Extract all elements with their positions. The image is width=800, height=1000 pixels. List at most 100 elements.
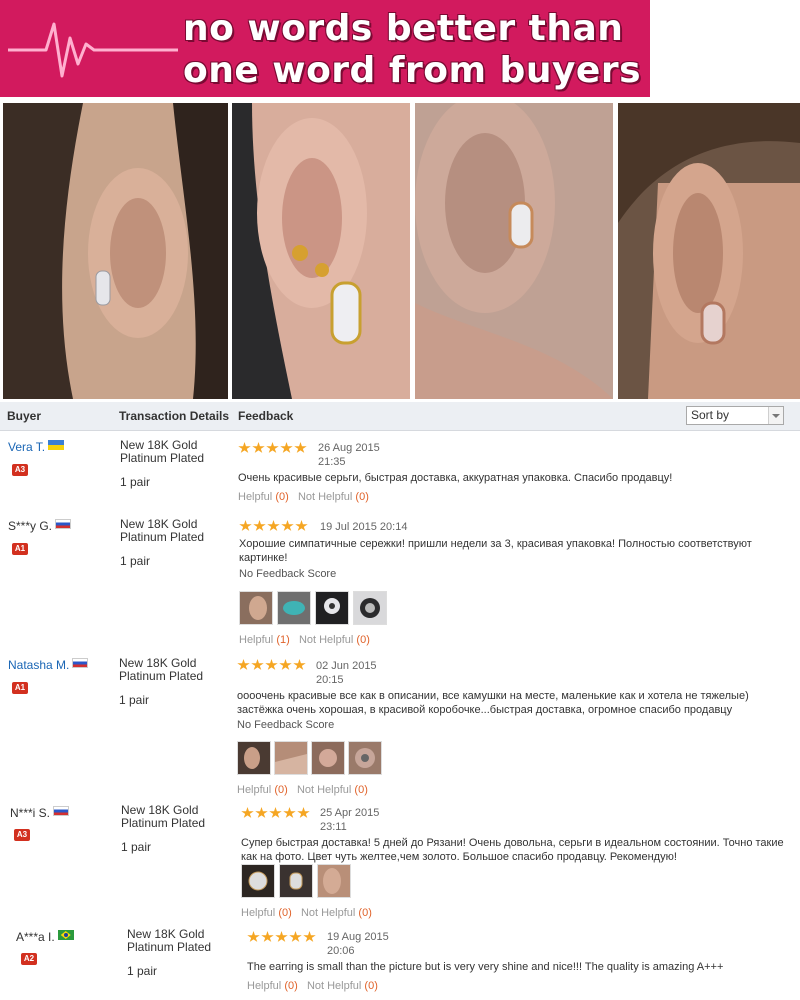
not-helpful-button[interactable]: Not Helpful (0) [307,980,378,992]
product-name[interactable]: New 18K Gold Platinum Plated [119,657,219,683]
review-date: 25 Apr 2015 23:11 [320,807,380,833]
buyer-photo-2[interactable] [232,103,410,399]
helpful-button[interactable]: Helpful (0) [237,784,288,796]
product-name[interactable]: New 18K Gold Platinum Plated [127,928,227,954]
star-icon [283,807,296,818]
buyer-photo-4[interactable] [618,103,800,399]
star-icon [267,520,280,531]
not-helpful-button[interactable]: Not Helpful (0) [299,634,370,646]
helpful-votes: Helpful (0) Not Helpful (0) [237,784,368,796]
buyer-name[interactable]: N***i S. [10,806,70,820]
star-icon [269,807,282,818]
review-date: 19 Jul 2015 20:14 [320,521,408,533]
star-rating [238,442,308,457]
review-text: оооочень красивые все как в описании, вс… [237,690,749,716]
column-header-feedback: Feedback [238,409,294,423]
star-icon [280,442,293,453]
review-photo-thumbnail[interactable] [274,741,308,775]
star-rating [241,807,311,822]
buyer-level-badge: A1 [12,682,28,694]
helpful-votes: Helpful (0) Not Helpful (0) [247,980,378,992]
feedback-table-header: Buyer Transaction Details Feedback [0,402,800,431]
star-icon [266,442,279,453]
review-photo-thumbnail[interactable] [311,741,345,775]
helpful-button[interactable]: Helpful (1) [239,634,290,646]
flag-russia-icon [72,658,89,668]
star-icon [241,807,254,818]
column-header-buyer: Buyer [7,409,42,423]
no-feedback-score: No Feedback Score [239,568,337,580]
promo-banner: no words better than one word from buyer… [0,0,650,97]
banner-headline-2: one word from buyers [183,50,642,91]
star-rating [239,520,309,535]
star-icon [275,931,288,942]
quantity: 1 pair [119,693,150,707]
star-rating [237,659,307,674]
quantity: 1 pair [121,840,152,854]
flag-brazil-icon [57,930,74,940]
not-helpful-button[interactable]: Not Helpful (0) [301,907,372,919]
quantity: 1 pair [127,964,158,978]
buyer-photo-3[interactable] [415,103,613,399]
no-feedback-score: No Feedback Score [237,719,335,731]
review-photo-thumbnail[interactable] [241,864,275,898]
not-helpful-button[interactable]: Not Helpful (0) [297,784,368,796]
star-icon [293,659,306,670]
star-icon [265,659,278,670]
quantity: 1 pair [120,554,151,568]
buyer-level-badge: A3 [12,464,28,476]
star-icon [255,807,268,818]
product-name[interactable]: New 18K Gold Platinum Plated [121,804,221,830]
review-date: 02 Jun 2015 20:15 [316,660,377,686]
review-photo-thumbnail[interactable] [315,591,349,625]
buyer-photo-1[interactable] [3,103,228,399]
star-icon [252,442,265,453]
buyer-name-link[interactable]: Natasha M. [8,658,89,672]
review-photo-thumbnail[interactable] [279,864,313,898]
star-icon [238,442,251,453]
chevron-down-icon[interactable] [768,407,783,424]
quantity: 1 pair [120,475,151,489]
product-name[interactable]: New 18K Gold Platinum Plated [120,518,220,544]
star-icon [239,520,252,531]
not-helpful-button[interactable]: Not Helpful (0) [298,491,369,503]
review-date: 26 Aug 2015 21:35 [318,442,380,468]
star-icon [303,931,316,942]
column-header-transaction: Transaction Details [119,409,230,423]
heartbeat-icon [8,22,178,78]
star-icon [237,659,250,670]
review-photo-thumbnail[interactable] [353,591,387,625]
helpful-button[interactable]: Helpful (0) [247,980,298,992]
review-photo-thumbnail[interactable] [348,741,382,775]
banner-headline-1: no words better than [183,8,624,49]
review-text: The earring is small than the picture bu… [247,961,724,973]
review-date: 19 Aug 2015 20:06 [327,931,389,957]
flag-russia-icon [55,519,72,529]
review-photo-thumbnail[interactable] [277,591,311,625]
star-icon [281,520,294,531]
buyer-name[interactable]: S***y G. [8,519,72,533]
review-photo-thumbnail[interactable] [317,864,351,898]
buyer-name[interactable]: A***a I. [16,930,74,944]
sort-by-label: Sort by [691,408,730,422]
star-icon [253,520,266,531]
review-photo-thumbnail[interactable] [237,741,271,775]
helpful-button[interactable]: Helpful (0) [238,491,289,503]
helpful-votes: Helpful (1) Not Helpful (0) [239,634,370,646]
sort-by-select[interactable]: Sort by [686,406,784,425]
flag-ukraine-icon [48,440,65,450]
star-icon [297,807,310,818]
star-icon [261,931,274,942]
review-text: Супер быстрая доставка! 5 дней до Рязани… [241,837,784,863]
flag-russia-icon [53,806,70,816]
star-icon [251,659,264,670]
star-rating [247,931,317,946]
product-name[interactable]: New 18K Gold Platinum Plated [120,439,220,465]
helpful-votes: Helpful (0) Not Helpful (0) [238,491,369,503]
buyer-level-badge: A2 [21,953,37,965]
helpful-votes: Helpful (0) Not Helpful (0) [241,907,372,919]
review-text: Очень красивые серьги, быстрая доставка,… [238,472,673,484]
review-photo-thumbnail[interactable] [239,591,273,625]
buyer-name-link[interactable]: Vera T. [8,440,65,454]
helpful-button[interactable]: Helpful (0) [241,907,292,919]
